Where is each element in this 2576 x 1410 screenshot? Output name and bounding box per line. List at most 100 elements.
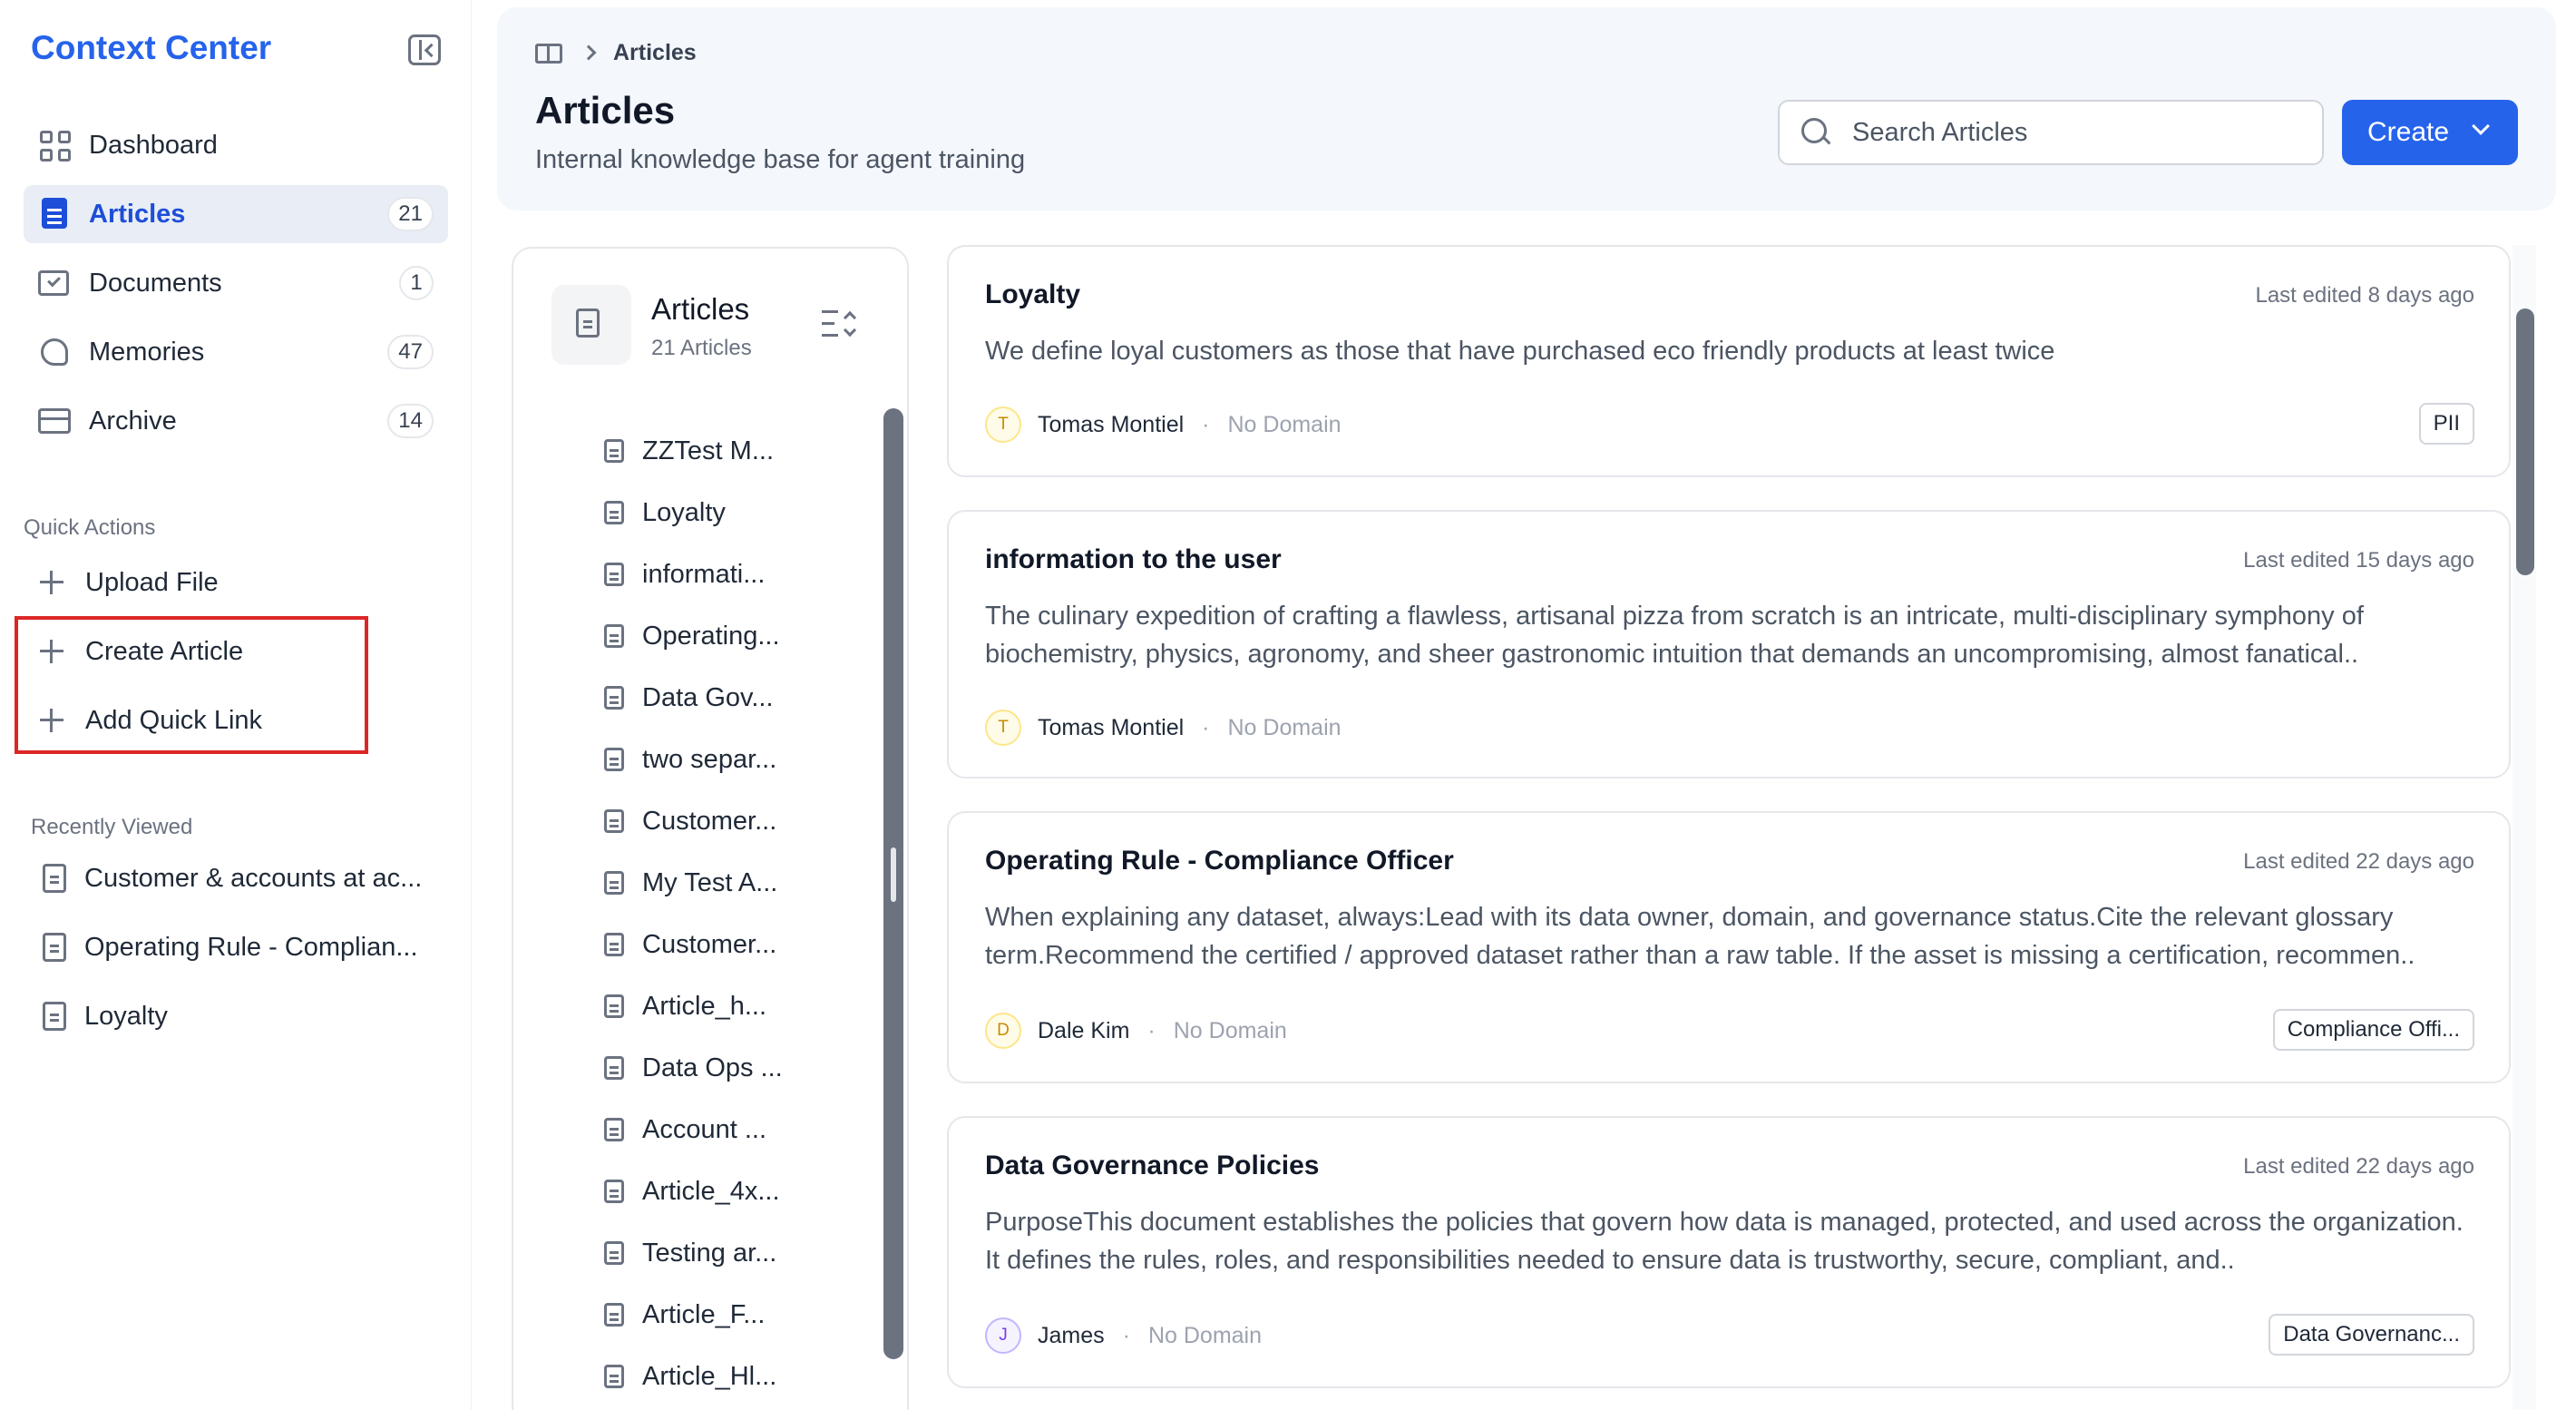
avatar: J bbox=[985, 1317, 1021, 1354]
nav-item-documents[interactable]: Documents 1 bbox=[24, 254, 448, 312]
article-card[interactable]: Data Governance Policies Last edited 22 … bbox=[947, 1116, 2511, 1388]
search-icon bbox=[1801, 118, 1830, 147]
author-name: Tomas Montiel bbox=[1038, 714, 1185, 740]
recent-item[interactable]: Customer & accounts at ac... bbox=[38, 853, 446, 904]
list-item[interactable]: Article_4x... bbox=[604, 1169, 780, 1214]
list-item[interactable]: Data Ops ... bbox=[604, 1045, 783, 1091]
collapse-sidebar-icon[interactable] bbox=[408, 34, 441, 65]
list-item[interactable]: Article_h... bbox=[604, 984, 766, 1029]
nav-item-articles[interactable]: Articles 21 bbox=[24, 185, 448, 243]
recent-item[interactable]: Operating Rule - Complian... bbox=[38, 922, 446, 973]
article-meta: T Tomas Montiel · No Domain bbox=[985, 405, 1342, 445]
sort-icon[interactable] bbox=[822, 310, 858, 339]
article-excerpt: We define loyal customers as those that … bbox=[985, 337, 2055, 366]
nav-item-memories[interactable]: Memories 47 bbox=[24, 323, 448, 381]
search-input[interactable] bbox=[1852, 117, 2288, 148]
list-item[interactable]: Data Gov... bbox=[604, 675, 774, 720]
list-item-label: Operating... bbox=[642, 621, 780, 651]
document-icon bbox=[43, 933, 66, 962]
recent-item-label: Loyalty bbox=[84, 1001, 168, 1031]
last-edited: Last edited 8 days ago bbox=[2255, 283, 2474, 308]
create-button-label: Create bbox=[2367, 117, 2450, 147]
list-item[interactable]: Article_F... bbox=[604, 1292, 765, 1337]
document-icon bbox=[604, 809, 624, 833]
list-item[interactable]: Article_Hl... bbox=[604, 1354, 776, 1399]
list-item-label: Customer... bbox=[642, 929, 777, 959]
list-item-label: Article_Hl... bbox=[642, 1361, 777, 1391]
document-icon bbox=[604, 501, 624, 524]
list-item[interactable]: two separ... bbox=[604, 737, 776, 782]
list-item[interactable]: Customer... bbox=[604, 922, 776, 967]
list-item-label: Account ... bbox=[642, 1114, 767, 1144]
article-list-icon bbox=[551, 285, 631, 365]
article-excerpt: When explaining any dataset, always:Lead… bbox=[985, 903, 2415, 970]
list-item[interactable]: Account ... bbox=[604, 1107, 766, 1152]
list-item-label: Testing ar... bbox=[642, 1238, 777, 1268]
nav-label: Memories bbox=[89, 337, 205, 367]
page-subtitle: Internal knowledge base for agent traini… bbox=[535, 145, 1026, 174]
list-item[interactable]: ZZTest M... bbox=[604, 428, 774, 474]
list-item[interactable]: Testing ar... bbox=[604, 1230, 776, 1276]
list-item[interactable]: Loyalty bbox=[604, 490, 726, 535]
recent-item-label: Customer & accounts at ac... bbox=[84, 863, 423, 893]
document-icon bbox=[604, 933, 624, 956]
memories-icon bbox=[38, 336, 71, 368]
last-edited: Last edited 22 days ago bbox=[2243, 1154, 2474, 1179]
recent-item-label: Operating Rule - Complian... bbox=[84, 932, 418, 962]
nav-label: Documents bbox=[89, 268, 222, 298]
list-item[interactable]: Operating... bbox=[604, 613, 780, 659]
list-item-label: informati... bbox=[642, 559, 766, 589]
list-scrollbar-grip[interactable] bbox=[891, 847, 896, 902]
book-icon[interactable] bbox=[535, 44, 562, 64]
nav-label: Articles bbox=[89, 199, 186, 229]
avatar: D bbox=[985, 1013, 1021, 1049]
article-list-title: Articles bbox=[651, 292, 750, 326]
document-icon bbox=[604, 439, 624, 463]
article-excerpt: PurposeThis document establishes the pol… bbox=[985, 1208, 2464, 1275]
list-item[interactable]: informati... bbox=[604, 552, 765, 597]
article-card[interactable]: Loyalty Last edited 8 days ago We define… bbox=[947, 245, 2511, 477]
page-header: Articles Articles Internal knowledge bas… bbox=[497, 7, 2556, 211]
nav-item-dashboard[interactable]: Dashboard bbox=[24, 116, 448, 174]
author-name: James bbox=[1038, 1322, 1105, 1348]
create-button[interactable]: Create bbox=[2342, 100, 2518, 165]
quick-action-label: Upload File bbox=[85, 567, 219, 597]
highlight-box bbox=[15, 616, 368, 754]
article-meta: D Dale Kim · No Domain bbox=[985, 1011, 1287, 1051]
archive-count-badge: 14 bbox=[387, 404, 434, 438]
separator-dot: · bbox=[1122, 1322, 1130, 1348]
breadcrumb-current: Articles bbox=[613, 40, 697, 65]
documents-count-badge: 1 bbox=[399, 266, 434, 300]
recent-item[interactable]: Loyalty bbox=[38, 991, 446, 1042]
nav-label: Dashboard bbox=[89, 130, 218, 160]
document-icon bbox=[604, 871, 624, 895]
document-icon bbox=[604, 1118, 624, 1141]
page-title: Articles bbox=[535, 89, 676, 132]
list-item-label: Article_4x... bbox=[642, 1176, 780, 1206]
tag-badge: Data Governanc... bbox=[2269, 1314, 2474, 1356]
search-box[interactable] bbox=[1778, 100, 2324, 165]
article-title: information to the user bbox=[985, 544, 1282, 574]
sidebar: Context Center Dashboard Articles 21 Doc… bbox=[0, 0, 472, 1410]
list-item-label: Data Gov... bbox=[642, 682, 774, 712]
document-icon bbox=[43, 1002, 66, 1031]
article-title: Operating Rule - Compliance Officer bbox=[985, 846, 1454, 876]
avatar: T bbox=[985, 406, 1021, 443]
article-list-count: 21 Articles bbox=[651, 336, 752, 360]
list-item[interactable]: My Test A... bbox=[604, 860, 777, 906]
nav-item-archive[interactable]: Archive 14 bbox=[24, 392, 448, 450]
list-item-label: Article_F... bbox=[642, 1299, 766, 1329]
document-icon bbox=[604, 1365, 624, 1388]
article-list-panel: Articles 21 Articles ZZTest M... Loyalty… bbox=[512, 247, 909, 1410]
article-card[interactable]: Operating Rule - Compliance Officer Last… bbox=[947, 811, 2511, 1083]
article-card[interactable]: information to the user Last edited 15 d… bbox=[947, 510, 2511, 778]
document-icon bbox=[604, 686, 624, 710]
document-icon bbox=[604, 748, 624, 771]
article-meta: J James · No Domain bbox=[985, 1316, 1262, 1356]
upload-file-button[interactable]: Upload File bbox=[38, 557, 219, 608]
recently-viewed-title: Recently Viewed bbox=[31, 815, 193, 839]
list-item-label: Article_h... bbox=[642, 991, 766, 1021]
separator-dot: · bbox=[1147, 1017, 1156, 1043]
list-item[interactable]: Customer... bbox=[604, 798, 776, 844]
main-scrollbar-thumb[interactable] bbox=[2516, 308, 2534, 575]
